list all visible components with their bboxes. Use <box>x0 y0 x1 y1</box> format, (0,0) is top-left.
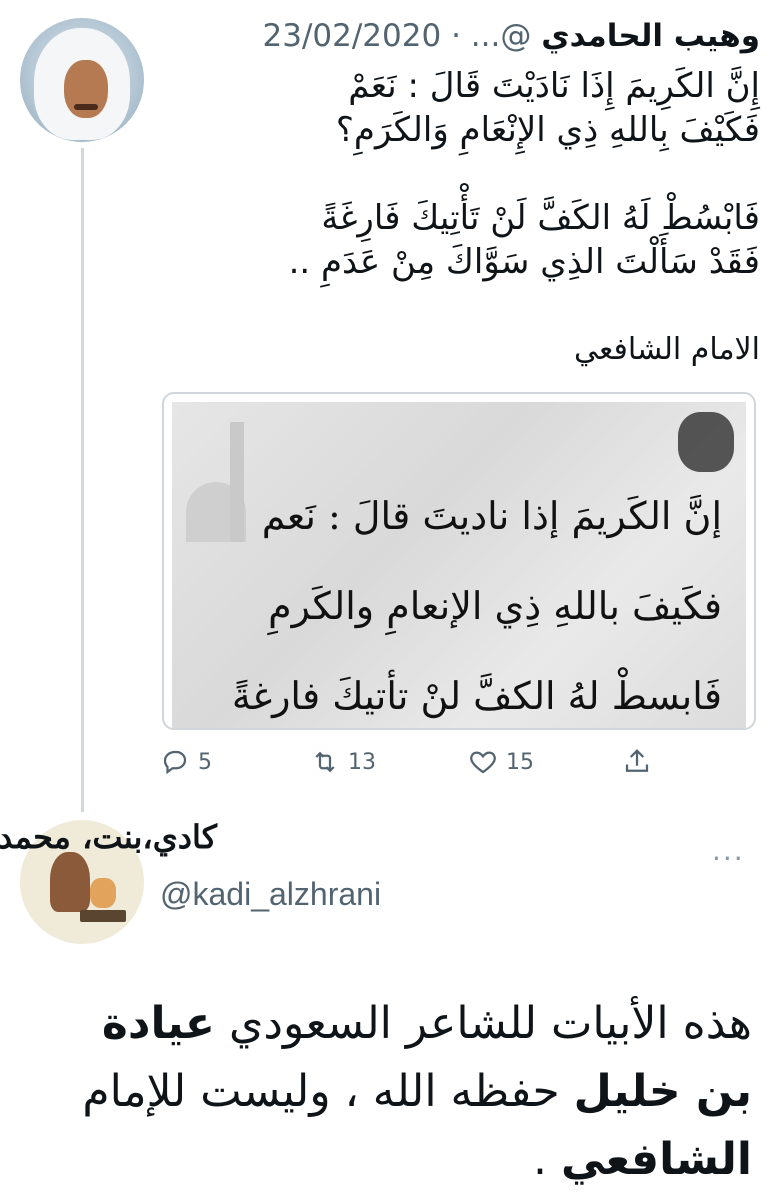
separator-dot: · <box>451 18 461 54</box>
heart-icon <box>470 751 496 774</box>
retweet-icon <box>315 751 335 773</box>
tweet-image[interactable]: إنَّ الكَريمَ إذا ناديتَ قالَ : نَعم فكَ… <box>162 392 756 730</box>
reply-text: هذه الأبيات للشاعر السعودي عيادة بن خليل… <box>40 990 752 1194</box>
reply-count: 5 <box>198 749 212 775</box>
tweet-line-3: فَابْسُطْ لَهُ الكَفَّ لَنْ تَأْتِيكَ فَ… <box>321 198 760 238</box>
avatar-books <box>80 910 126 922</box>
tweet-date[interactable]: 23/02/2020 <box>263 18 442 54</box>
reply-text-part-3: . <box>532 1134 561 1185</box>
sheikh-illustration <box>678 412 734 472</box>
tweet-line-2: فَكَيْفَ بِاللهِ ذِي الإِنْعَامِ وَالكَر… <box>335 110 760 150</box>
more-options-icon[interactable]: ··· <box>712 842 745 875</box>
share-icon <box>625 749 649 772</box>
avatar-girl <box>50 852 90 912</box>
imam-name: الشافعي <box>560 1134 752 1185</box>
avatar-mouth <box>74 104 98 110</box>
thread-line <box>81 148 84 812</box>
image-line-1: إنَّ الكَريمَ إذا ناديتَ قالَ : نَعم <box>261 494 722 538</box>
tweet-header: وهيب الحامدي @... · 23/02/2020 <box>160 14 760 58</box>
image-line-2: فكَيفَ باللهِ ذِي الإنعامِ والكَرمِ <box>268 584 722 628</box>
reply-text-part-1: هذه الأبيات للشاعر السعودي <box>214 998 752 1049</box>
tweet-line-4: فَقَدْ سَأَلْتَ الذِي سَوَّاكَ مِنْ عَدَ… <box>288 242 760 282</box>
author-name[interactable]: وهيب الحامدي <box>541 18 760 54</box>
author-handle[interactable]: @... <box>471 18 532 54</box>
minaret <box>230 422 244 542</box>
author-avatar[interactable] <box>20 18 144 142</box>
retweet-count: 13 <box>348 749 376 775</box>
reply-action[interactable]: 5 <box>160 744 212 780</box>
reply-text-part-2: حفظه الله ، وليست للإمام <box>82 1066 574 1117</box>
tweet-attribution: الامام الشافعي <box>574 332 760 367</box>
avatar-cat <box>90 878 116 908</box>
image-background: إنَّ الكَريمَ إذا ناديتَ قالَ : نَعم فكَ… <box>172 402 746 728</box>
reply-icon <box>163 750 187 775</box>
tweet-line-1: إِنَّ الكَرِيمَ إِذَا نَادَيْتَ قَالَ : … <box>348 66 760 106</box>
like-action[interactable]: 15 <box>468 744 534 780</box>
image-line-3: فَابسطْ لهُ الكفَّ لنْ تأتيكَ فارغةً <box>231 674 722 718</box>
reply-author-handle[interactable]: @kadi_alzhrani <box>160 876 381 913</box>
reply-author-name[interactable]: كادي،بنت، محمد <box>0 818 217 856</box>
share-action[interactable] <box>622 744 652 780</box>
retweet-action[interactable]: 13 <box>310 744 376 780</box>
like-count: 15 <box>506 749 534 775</box>
